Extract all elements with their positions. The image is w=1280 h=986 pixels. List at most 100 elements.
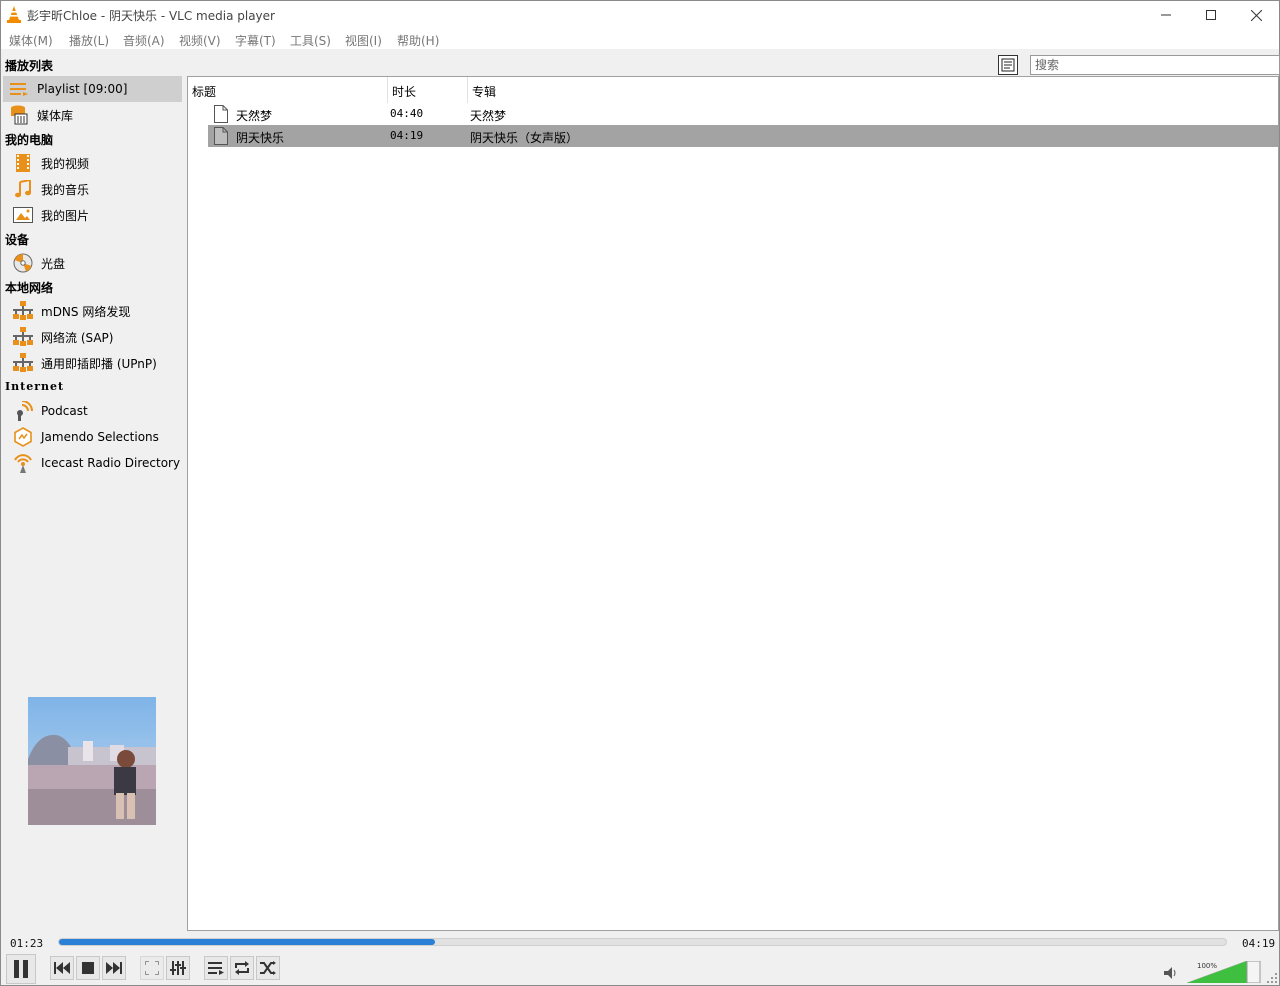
view-mode-button[interactable] <box>998 55 1018 75</box>
menu-subtitle[interactable]: 字幕(T) <box>235 32 276 49</box>
close-icon <box>1250 9 1262 21</box>
pause-icon <box>14 960 28 978</box>
menu-bar: 媒体(M) 播放(L) 音频(A) 视频(V) 字幕(T) 工具(S) 视图(I… <box>1 29 1279 49</box>
seek-slider[interactable] <box>58 938 1227 946</box>
menu-help[interactable]: 帮助(H) <box>397 32 439 49</box>
playlist-heading: 播放列表 <box>5 59 54 73</box>
file-icon <box>214 105 228 123</box>
sidebar-item-label: Playlist [09:00] <box>37 82 128 96</box>
cell-duration: 04:19 <box>390 129 424 142</box>
search-input[interactable] <box>1030 55 1280 75</box>
close-button[interactable] <box>1233 1 1279 29</box>
stop-icon <box>82 962 94 974</box>
maximize-icon <box>1206 10 1216 20</box>
internet-heading: Internet <box>5 380 65 393</box>
menu-audio[interactable]: 音频(A) <box>123 32 165 49</box>
picture-icon <box>11 204 35 226</box>
toggle-playlist-button[interactable] <box>204 956 228 980</box>
window-title: 彭宇昕Chloe - 阴天快乐 - VLC media player <box>27 9 275 23</box>
network-icon <box>11 326 35 348</box>
sidebar-item-label: Jamendo Selections <box>41 430 159 444</box>
menu-playback[interactable]: 播放(L) <box>69 32 109 49</box>
menu-tools[interactable]: 工具(S) <box>290 32 331 49</box>
sidebar-item-upnp[interactable]: 通用即插即播 (UPnP) <box>3 350 182 376</box>
extended-settings-button[interactable] <box>166 956 190 980</box>
previous-icon <box>54 962 70 974</box>
menu-view[interactable]: 视图(I) <box>345 32 382 49</box>
shuffle-button[interactable] <box>256 956 280 980</box>
row-highlight <box>208 125 1278 147</box>
menu-media[interactable]: 媒体(M) <box>9 32 53 49</box>
next-button[interactable] <box>102 956 126 980</box>
stop-button[interactable] <box>76 956 100 980</box>
sidebar-item-label: 媒体库 <box>37 108 74 123</box>
sidebar-item-label: 我的音乐 <box>41 182 90 197</box>
sidebar-item-label: 网络流 (SAP) <box>41 330 114 345</box>
shuffle-icon <box>260 961 276 975</box>
computer-heading: 我的电脑 <box>5 133 54 147</box>
network-icon <box>11 352 35 374</box>
cell-duration: 04:40 <box>390 107 424 120</box>
menu-video[interactable]: 视频(V) <box>179 32 221 49</box>
sidebar-item-label: Podcast <box>41 404 88 418</box>
music-note-icon <box>11 178 35 200</box>
file-icon <box>214 127 228 145</box>
sidebar-item-mdns[interactable]: mDNS 网络发现 <box>3 298 182 324</box>
playlist-view[interactable]: 标题 时长 专辑 天然梦 04:40 天然梦 阴天快乐 04:19 阴天快乐（女… <box>187 76 1279 931</box>
sidebar-item-playlist[interactable]: Playlist [09:00] <box>3 76 182 102</box>
pause-button[interactable] <box>6 954 36 984</box>
column-header-album[interactable]: 专辑 <box>468 77 1279 103</box>
resize-grip-icon[interactable] <box>1267 973 1277 983</box>
column-header-title[interactable]: 标题 <box>188 77 388 103</box>
podcast-icon <box>11 400 35 422</box>
sidebar-item-podcast[interactable]: Podcast <box>3 398 182 424</box>
previous-button[interactable] <box>50 956 74 980</box>
cell-album: 阴天快乐（女声版） <box>470 131 579 145</box>
loop-button[interactable] <box>230 956 254 980</box>
playlist-toggle-icon <box>208 962 224 975</box>
table-row[interactable]: 天然梦 04:40 天然梦 <box>188 103 1278 125</box>
sidebar-item-disc[interactable]: 光盘 <box>3 250 182 276</box>
vlc-cone-icon <box>7 6 21 23</box>
sidebar-item-icecast[interactable]: Icecast Radio Directory <box>3 450 182 476</box>
vlc-window: 彭宇昕Chloe - 阴天快乐 - VLC media player 媒体(M)… <box>0 0 1280 986</box>
sidebar-item-label: mDNS 网络发现 <box>41 304 131 319</box>
sidebar-item-sap[interactable]: 网络流 (SAP) <box>3 324 182 350</box>
speaker-icon[interactable] <box>1164 967 1178 979</box>
icecast-icon <box>11 452 35 474</box>
playlist-icon <box>7 78 31 100</box>
list-view-icon <box>1001 58 1015 72</box>
fullscreen-icon <box>145 961 159 975</box>
sidebar-item-label: 我的图片 <box>41 208 90 223</box>
loop-icon <box>235 961 249 975</box>
total-time: 04:19 <box>1242 937 1276 950</box>
sidebar-item-label: 我的视频 <box>41 156 90 171</box>
sidebar-item-my-music[interactable]: 我的音乐 <box>3 176 182 202</box>
sidebar-item-jamendo[interactable]: Jamendo Selections <box>3 424 182 450</box>
jamendo-icon <box>11 426 35 448</box>
volume-slider[interactable] <box>1187 961 1261 983</box>
equalizer-icon <box>170 961 186 975</box>
elapsed-time: 01:23 <box>10 937 44 950</box>
media-library-icon <box>7 104 31 126</box>
minimize-button[interactable] <box>1143 1 1189 29</box>
volume-handle[interactable] <box>1246 961 1261 983</box>
album-artwork <box>28 697 156 825</box>
sidebar-item-media-library[interactable]: 媒体库 <box>3 102 182 128</box>
sidebar-item-label: Icecast Radio Directory <box>41 456 181 470</box>
film-icon <box>11 152 35 174</box>
sidebar-item-my-pictures[interactable]: 我的图片 <box>3 202 182 228</box>
column-header-duration[interactable]: 时长 <box>388 77 468 103</box>
cell-title: 天然梦 <box>236 109 273 123</box>
title-bar: 彭宇昕Chloe - 阴天快乐 - VLC media player <box>1 1 1279 29</box>
sidebar-item-label: 光盘 <box>41 256 66 271</box>
table-row[interactable]: 阴天快乐 04:19 阴天快乐（女声版） <box>188 125 1278 147</box>
devices-heading: 设备 <box>5 233 30 247</box>
fullscreen-button[interactable] <box>140 956 164 980</box>
cell-album: 天然梦 <box>470 109 507 123</box>
local-network-heading: 本地网络 <box>5 281 54 295</box>
next-icon <box>106 962 122 974</box>
sidebar-item-my-videos[interactable]: 我的视频 <box>3 150 182 176</box>
maximize-button[interactable] <box>1188 1 1234 29</box>
seek-progress <box>59 939 435 945</box>
